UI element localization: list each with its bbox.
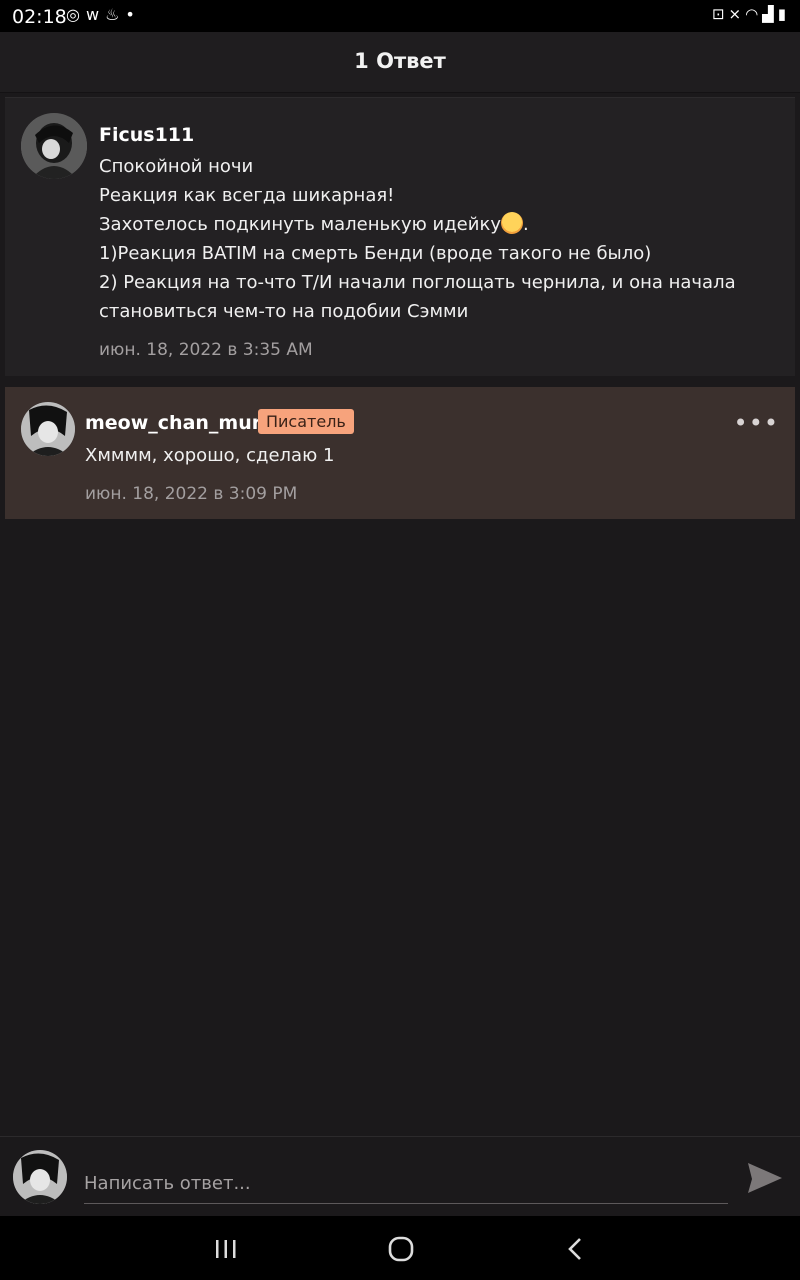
- reply-composer: [0, 1136, 800, 1217]
- back-button[interactable]: [559, 1232, 593, 1266]
- dot-icon: •: [125, 5, 141, 24]
- wifi-icon: ◠: [745, 5, 763, 23]
- comment-line: Захотелось подкинуть маленькую идейку.: [99, 210, 736, 239]
- status-system-icons: ⊡⨯◠▟▮: [712, 5, 790, 23]
- comment-line: становиться чем-то на подобии Сэмми: [99, 301, 469, 322]
- back-icon: [568, 1238, 581, 1260]
- reply-username[interactable]: meow_chan_mur: [85, 412, 261, 434]
- home-icon: [388, 1236, 414, 1262]
- avatar[interactable]: [21, 113, 87, 179]
- header: 1 Ответ: [0, 32, 800, 93]
- system-nav-bar: [0, 1216, 800, 1280]
- comment-username[interactable]: Ficus111: [99, 124, 194, 146]
- reply-comment: meow_chan_mur Писатель ••• Хмммм, хорошо…: [5, 387, 795, 519]
- comment-line-text: Захотелось подкинуть маленькую идейку: [99, 214, 501, 235]
- user-avatar-icon: [13, 1150, 67, 1204]
- recent-apps-icon: [216, 1240, 236, 1258]
- avatar[interactable]: [21, 402, 75, 456]
- send-button[interactable]: [744, 1157, 786, 1199]
- sync-icon: ◎: [66, 5, 86, 24]
- reply-input[interactable]: [84, 1163, 728, 1204]
- avatar: [13, 1150, 67, 1204]
- flame-icon: ♨: [105, 5, 126, 24]
- user-avatar-icon: [21, 402, 75, 456]
- reply-timestamp: июн. 18, 2022 в 3:09 PM: [85, 484, 298, 504]
- status-time: 02:18: [12, 6, 67, 28]
- reply-text: Хмммм, хорошо, сделаю 1: [85, 445, 335, 466]
- more-dots-icon[interactable]: •••: [734, 409, 779, 437]
- parent-comment: Ficus111 Спокойной ночи Реакция как всег…: [5, 97, 795, 376]
- w-app-icon: w: [85, 5, 106, 24]
- comment-line-suffix: .: [522, 214, 529, 235]
- comment-timestamp: июн. 18, 2022 в 3:35 AM: [99, 340, 313, 360]
- send-icon: [748, 1163, 782, 1193]
- comment-line: Реакция как всегда шикарная!: [99, 185, 395, 206]
- lock-icon: ⊡: [711, 5, 729, 23]
- battery-icon: ▮: [777, 5, 790, 23]
- home-button[interactable]: [384, 1232, 418, 1266]
- comment-line: 1)Реакция BATIM на смерть Бенди (вроде т…: [99, 243, 652, 264]
- status-bar: 02:18 ◎w♨• ⊡⨯◠▟▮: [0, 0, 800, 32]
- recent-apps-button[interactable]: [209, 1232, 243, 1266]
- writer-badge: Писатель: [258, 409, 354, 434]
- user-avatar-icon: [21, 113, 87, 179]
- smiling-face-with-hearts-icon: [500, 212, 523, 234]
- status-notification-icons: ◎w♨•: [66, 5, 141, 24]
- page-title: 1 Ответ: [354, 49, 446, 73]
- comment-line: Спокойной ночи: [99, 156, 254, 177]
- comment-body: Спокойной ночи Реакция как всегда шикарн…: [99, 152, 736, 326]
- comment-line: 2) Реакция на то-что Т/И начали поглощат…: [99, 272, 736, 293]
- mute-icon: ⨯: [728, 5, 746, 23]
- signal-icon: ▟: [762, 5, 778, 23]
